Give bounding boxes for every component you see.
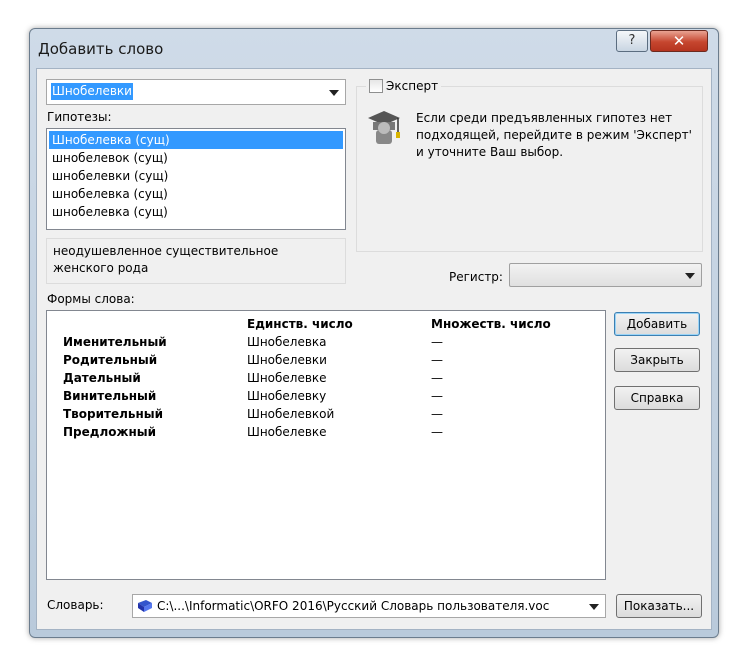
show-button[interactable]: Показать... — [616, 594, 702, 618]
case-name: Дательный — [63, 371, 141, 385]
table-row: Именительный Шнобелевка — — [63, 333, 591, 351]
title-close-button[interactable]: ✕ — [650, 30, 708, 52]
plural-form: — — [431, 389, 443, 403]
case-name: Родительный — [63, 353, 158, 367]
hypotheses-list[interactable]: Шнобелевка (сущ) шнобелевок (сущ) шнобел… — [46, 128, 346, 230]
dictionary-label: Словарь: — [47, 598, 104, 612]
close-button[interactable]: Закрыть — [614, 348, 700, 372]
register-label: Регистр: — [449, 270, 503, 284]
register-select[interactable] — [509, 263, 702, 287]
forms-label: Формы слова: — [47, 292, 135, 306]
plural-header: Множеств. число — [431, 317, 551, 331]
list-item[interactable]: шнобелевка (сущ) — [49, 203, 343, 221]
table-row: Дательный Шнобелевке — — [63, 369, 591, 387]
list-item[interactable]: Шнобелевка (сущ) — [49, 131, 343, 149]
singular-form: Шнобелевки — [247, 353, 327, 367]
book-icon — [137, 599, 153, 613]
singular-form: Шнобелевке — [247, 425, 327, 439]
forms-table: Единств. число Множеств. число Именитель… — [63, 315, 591, 441]
checkbox-box[interactable] — [369, 79, 383, 93]
forms-panel[interactable]: Единств. число Множеств. число Именитель… — [46, 310, 606, 580]
table-row: Творительный Шнобелевкой — — [63, 405, 591, 423]
singular-form: Шнобелевке — [247, 371, 327, 385]
case-name: Творительный — [63, 407, 164, 421]
word-combobox[interactable]: Шнобелевки — [46, 79, 346, 105]
plural-form: — — [431, 335, 443, 349]
list-item[interactable]: шнобелевки (сущ) — [49, 167, 343, 185]
close-icon: ✕ — [672, 32, 686, 50]
singular-form: Шнобелевкой — [247, 407, 335, 421]
list-item[interactable]: шнобелевок (сущ) — [49, 149, 343, 167]
case-name: Именительный — [63, 335, 167, 349]
chevron-down-icon — [589, 604, 599, 610]
expert-label: Эксперт — [386, 79, 439, 93]
window-title: Добавить слово — [38, 40, 164, 58]
table-row: Родительный Шнобелевки — — [63, 351, 591, 369]
expert-hint: Если среди предъявленных гипотез нет под… — [416, 111, 692, 159]
case-name: Винительный — [63, 389, 157, 403]
question-icon: ? — [628, 33, 636, 48]
plural-form: — — [431, 425, 443, 439]
graduation-cap-icon — [364, 106, 404, 150]
list-item[interactable]: шнобелевка (сущ) — [49, 185, 343, 203]
hypotheses-label: Гипотезы: — [47, 110, 112, 124]
plural-form: — — [431, 353, 443, 367]
singular-header: Единств. число — [247, 317, 353, 331]
singular-form: Шнобелевку — [247, 389, 327, 403]
plural-form: — — [431, 371, 443, 385]
plural-form: — — [431, 407, 443, 421]
title-help-button[interactable]: ? — [616, 30, 648, 52]
description-box: неодушевленное существительное женского … — [46, 238, 346, 284]
case-name: Предложный — [63, 425, 156, 439]
table-row: Винительный Шнобелевку — — [63, 387, 591, 405]
expert-checkbox[interactable]: Эксперт — [366, 79, 442, 93]
dictionary-select[interactable]: C:\...\Informatic\ORFO 2016\Русский Слов… — [132, 594, 606, 618]
singular-form: Шнобелевка — [247, 335, 327, 349]
table-row: Предложный Шнобелевке — — [63, 423, 591, 441]
add-button[interactable]: Добавить — [614, 312, 700, 336]
chevron-down-icon — [329, 90, 339, 96]
word-input[interactable]: Шнобелевки — [51, 83, 133, 100]
help-button[interactable]: Справка — [614, 386, 700, 410]
chevron-down-icon — [685, 273, 695, 279]
dictionary-path: C:\...\Informatic\ORFO 2016\Русский Слов… — [157, 599, 550, 613]
